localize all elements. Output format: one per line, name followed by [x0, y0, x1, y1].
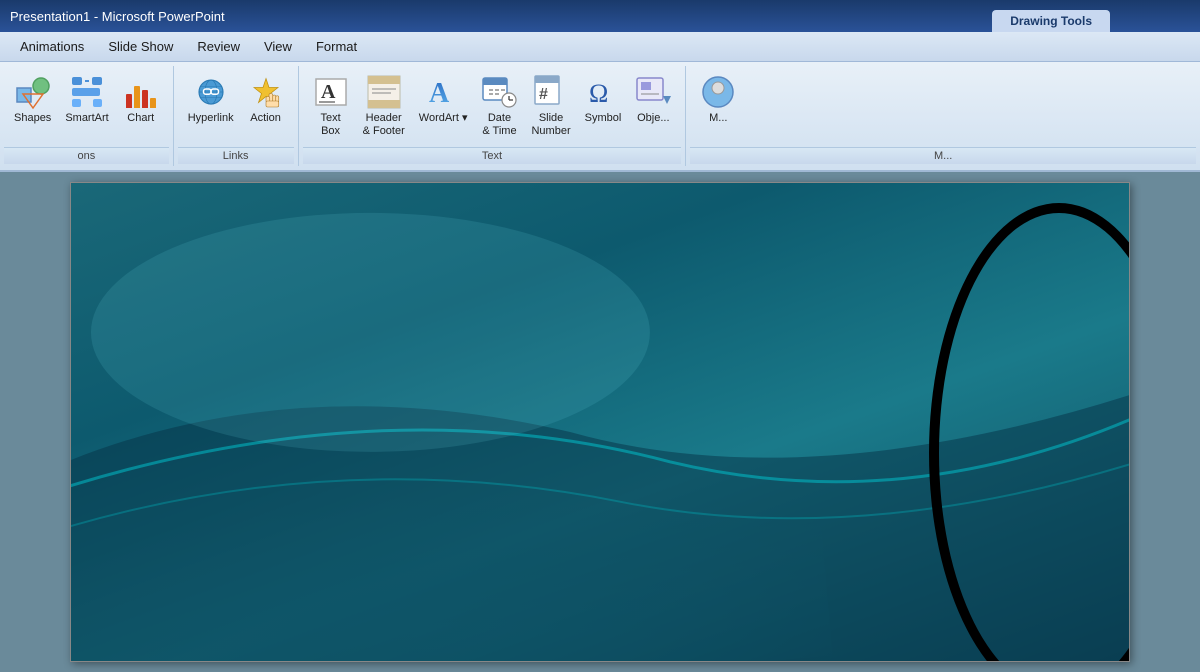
symbol-icon: Ω	[585, 74, 621, 110]
textbox-label: TextBox	[320, 112, 340, 138]
links-group-label: Links	[178, 147, 294, 164]
menu-view[interactable]: View	[252, 35, 304, 58]
datetime-button[interactable]: Date& Time	[475, 70, 523, 142]
smartart-icon	[69, 74, 105, 110]
media-group-label: M...	[690, 147, 1196, 164]
symbol-button[interactable]: Ω Symbol	[579, 70, 628, 129]
slidenumber-label: SlideNumber	[531, 112, 570, 138]
symbol-label: Symbol	[585, 112, 622, 125]
action-button[interactable]: Action	[242, 70, 290, 129]
object-label: Obje...	[637, 112, 669, 125]
smartart-label: SmartArt	[65, 112, 108, 125]
shapes-icon	[15, 74, 51, 110]
shapes-button[interactable]: Shapes	[8, 70, 57, 129]
action-icon	[248, 74, 284, 110]
headerfooter-label: Header& Footer	[363, 112, 405, 138]
slide-area	[0, 172, 1200, 672]
drawing-tools-tab[interactable]: Drawing Tools	[992, 10, 1110, 32]
hyperlink-icon	[193, 74, 229, 110]
action-label: Action	[250, 112, 281, 125]
svg-text:A: A	[321, 81, 336, 103]
textbox-icon: A	[313, 74, 349, 110]
ribbon: Shapes	[0, 62, 1200, 172]
headerfooter-icon	[366, 74, 402, 110]
media-icon	[700, 74, 736, 110]
datetime-label: Date& Time	[482, 112, 516, 138]
group-media-partial: M... M...	[686, 66, 1200, 166]
menu-slideshow[interactable]: Slide Show	[96, 35, 185, 58]
chart-label: Chart	[127, 112, 154, 125]
slide[interactable]	[70, 182, 1130, 662]
app-title: Presentation1 - Microsoft PowerPoint	[10, 9, 225, 24]
wordart-button[interactable]: A WordArt ▾	[413, 70, 474, 129]
title-bar: Presentation1 - Microsoft PowerPoint Dra…	[0, 0, 1200, 32]
menu-animations[interactable]: Animations	[8, 35, 96, 58]
wordart-icon: A	[425, 74, 461, 110]
headerfooter-button[interactable]: Header& Footer	[357, 70, 411, 142]
chart-icon	[123, 74, 159, 110]
shapes-label: Shapes	[14, 112, 51, 125]
hyperlink-button[interactable]: Hyperlink	[182, 70, 240, 129]
illustrations-group-label: ons	[4, 147, 169, 164]
wordart-label: WordArt ▾	[419, 112, 468, 125]
text-group-label: Text	[303, 147, 682, 164]
svg-text:A: A	[429, 78, 450, 109]
group-links: Hyperlink	[174, 66, 299, 166]
chart-button[interactable]: Chart	[117, 70, 165, 129]
menu-review[interactable]: Review	[185, 35, 252, 58]
slide-waves-svg	[71, 183, 1129, 661]
group-text: A TextBox	[299, 66, 687, 166]
svg-text:#: #	[539, 86, 548, 103]
media-button-partial[interactable]: M...	[694, 70, 742, 129]
svg-text:Ω: Ω	[589, 79, 608, 108]
object-button[interactable]: Obje...	[629, 70, 677, 129]
slidenumber-button[interactable]: # SlideNumber	[525, 70, 576, 142]
datetime-icon	[481, 74, 517, 110]
textbox-button[interactable]: A TextBox	[307, 70, 355, 142]
hyperlink-label: Hyperlink	[188, 112, 234, 125]
menu-bar: Animations Slide Show Review View Format	[0, 32, 1200, 62]
smartart-button[interactable]: SmartArt	[59, 70, 114, 129]
menu-format[interactable]: Format	[304, 35, 369, 58]
slidenumber-icon: #	[533, 74, 569, 110]
group-illustrations: Shapes	[0, 66, 174, 166]
media-label: M...	[709, 112, 727, 125]
object-icon	[635, 74, 671, 110]
